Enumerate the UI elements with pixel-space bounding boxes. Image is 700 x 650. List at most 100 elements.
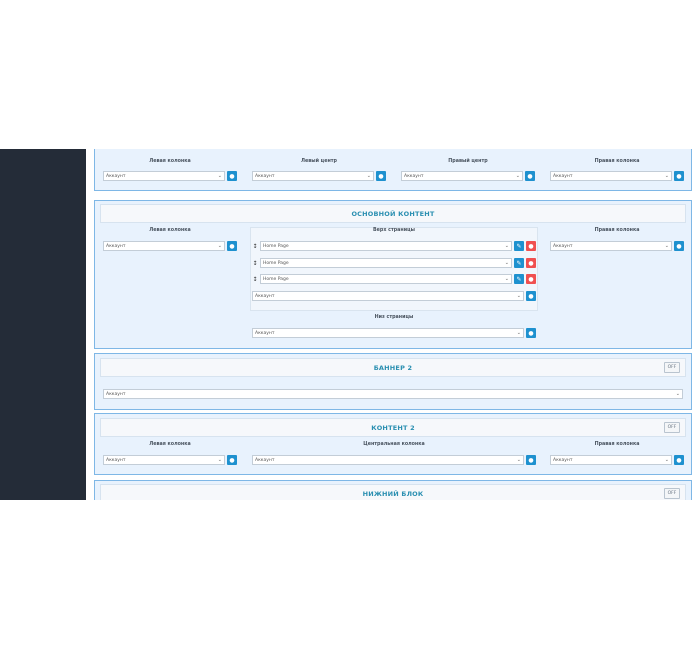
add-module-button[interactable]: ● xyxy=(526,328,536,338)
remove-module-button[interactable]: ● xyxy=(526,274,536,284)
plus-circle-icon: ● xyxy=(229,172,235,180)
pencil-icon: ✎ xyxy=(516,259,522,267)
module-select[interactable]: Аккаунт ⌄ xyxy=(103,389,683,399)
select-value: Home Page xyxy=(263,276,289,282)
module-select[interactable]: Home Page ⌄ xyxy=(260,258,512,268)
chevron-down-icon: ⌄ xyxy=(516,330,521,336)
plus-circle-icon: ● xyxy=(378,172,384,180)
add-module-button[interactable]: ● xyxy=(674,171,684,181)
column-left: Левая колонка Аккаунт ⌄ ● xyxy=(103,159,237,187)
column-label: Правая колонка xyxy=(594,442,640,447)
module-select[interactable]: Аккаунт ⌄ xyxy=(103,171,225,181)
add-module-button[interactable]: ● xyxy=(376,171,386,181)
column-right: Правая колонка Аккаунт ⌄ ● xyxy=(550,159,684,187)
add-module-button[interactable]: ● xyxy=(674,455,684,465)
chevron-down-icon: ⌄ xyxy=(504,243,509,249)
remove-module-button[interactable]: ● xyxy=(526,258,536,268)
plus-circle-icon: ● xyxy=(676,456,682,464)
add-module-button[interactable]: ● xyxy=(227,241,237,251)
module-select[interactable]: Аккаунт ⌄ xyxy=(252,455,524,465)
section-header: НИЖНИЙ БЛОК OFF xyxy=(100,484,686,500)
chevron-down-icon: ⌄ xyxy=(515,173,520,179)
module-select[interactable]: Аккаунт ⌄ xyxy=(103,455,225,465)
add-module-button[interactable]: ● xyxy=(674,241,684,251)
chevron-down-icon: ⌄ xyxy=(217,243,222,249)
chevron-down-icon: ⌄ xyxy=(516,457,521,463)
section-content-2: КОНТЕНТ 2 OFF Левая колонка Аккаунт ⌄ ● Ц… xyxy=(94,413,692,475)
module-select[interactable]: Аккаунт ⌄ xyxy=(103,241,225,251)
chevron-down-icon: ⌄ xyxy=(664,173,669,179)
off-toggle-button[interactable]: OFF xyxy=(664,362,680,373)
column-label: Низ страницы xyxy=(374,315,414,320)
section-header: КОНТЕНТ 2 OFF xyxy=(100,418,686,437)
edit-module-button[interactable]: ✎ xyxy=(514,241,524,251)
plus-circle-icon: ● xyxy=(528,456,534,464)
section-title: КОНТЕНТ 2 xyxy=(371,423,415,432)
column-left-center: Левый центр Аккаунт ⌄ ● xyxy=(252,159,386,187)
select-value: Home Page xyxy=(263,243,289,249)
add-module-button[interactable]: ● xyxy=(526,291,536,301)
select-value: Аккаунт xyxy=(553,457,573,463)
module-select[interactable]: Аккаунт ⌄ xyxy=(550,171,672,181)
section-title: ОСНОВНОЙ КОНТЕНТ xyxy=(351,209,435,218)
module-select[interactable]: Аккаунт ⌄ xyxy=(550,455,672,465)
module-select[interactable]: Аккаунт ⌄ xyxy=(550,241,672,251)
column-left: Левая колонка Аккаунт ⌄ ● xyxy=(103,228,237,258)
column-right: Правая колонка Аккаунт ⌄ ● xyxy=(550,442,684,472)
column-label: Левая колонка xyxy=(149,442,191,447)
plus-circle-icon: ● xyxy=(676,242,682,250)
screen: Левая колонка Аккаунт ⌄ ● Левый центр Акк… xyxy=(0,149,700,500)
chevron-down-icon: ⌄ xyxy=(217,173,222,179)
column-label: Правая колонка xyxy=(594,228,640,233)
add-module-button[interactable]: ● xyxy=(525,171,535,181)
plus-circle-icon: ● xyxy=(527,172,533,180)
select-value: Аккаунт xyxy=(255,293,275,299)
column-bottom-of-page: Низ страницы Аккаунт ⌄ ● xyxy=(252,315,536,345)
edit-module-button[interactable]: ✎ xyxy=(514,274,524,284)
module-select[interactable]: Аккаунт ⌄ xyxy=(401,171,523,181)
remove-module-button[interactable]: ● xyxy=(526,241,536,251)
section-title: НИЖНИЙ БЛОК xyxy=(362,489,424,498)
module-select[interactable]: Аккаунт ⌄ xyxy=(252,291,524,301)
module-row: ↕ Home Page ⌄ ✎ ● xyxy=(252,241,536,251)
off-toggle-button[interactable]: OFF xyxy=(664,488,680,499)
chevron-down-icon: ⌄ xyxy=(516,293,521,299)
module-select[interactable]: Home Page ⌄ xyxy=(260,274,512,284)
chevron-down-icon: ⌄ xyxy=(366,173,371,179)
add-module-button[interactable]: ● xyxy=(227,171,237,181)
drag-handle-icon[interactable]: ↕ xyxy=(252,243,258,250)
chevron-down-icon: ⌄ xyxy=(504,260,509,266)
column-label: Правая колонка xyxy=(594,159,640,164)
minus-circle-icon: ● xyxy=(528,275,534,283)
edit-module-button[interactable]: ✎ xyxy=(514,258,524,268)
select-value: Аккаунт xyxy=(106,173,126,179)
add-module-button[interactable]: ● xyxy=(227,455,237,465)
section-title: БАННЕР 2 xyxy=(373,363,413,372)
chevron-down-icon: ⌄ xyxy=(675,391,680,397)
select-value: Аккаунт xyxy=(255,330,275,336)
add-module-button[interactable]: ● xyxy=(526,455,536,465)
select-value: Home Page xyxy=(263,260,289,266)
select-value: Аккаунт xyxy=(404,173,424,179)
pencil-icon: ✎ xyxy=(516,242,522,250)
select-value: Аккаунт xyxy=(106,243,126,249)
sidebar xyxy=(0,149,86,500)
chevron-down-icon: ⌄ xyxy=(504,276,509,282)
select-value: Аккаунт xyxy=(106,457,126,463)
off-toggle-button[interactable]: OFF xyxy=(664,422,680,433)
column-center: Центральная колонка Аккаунт ⌄ ● xyxy=(252,442,536,472)
chevron-down-icon: ⌄ xyxy=(664,457,669,463)
section-footer: НИЖНИЙ БЛОК OFF xyxy=(94,480,692,500)
module-select[interactable]: Аккаунт ⌄ xyxy=(252,171,374,181)
module-select[interactable]: Home Page ⌄ xyxy=(260,241,512,251)
minus-circle-icon: ● xyxy=(528,259,534,267)
module-row: ↕ Home Page ⌄ ✎ ● xyxy=(252,274,536,284)
chevron-down-icon: ⌄ xyxy=(217,457,222,463)
column-label: Левая колонка xyxy=(149,159,191,164)
plus-circle-icon: ● xyxy=(229,456,235,464)
module-select[interactable]: Аккаунт ⌄ xyxy=(252,328,524,338)
drag-handle-icon[interactable]: ↕ xyxy=(252,276,258,283)
drag-handle-icon[interactable]: ↕ xyxy=(252,260,258,267)
add-module-row: Аккаунт ⌄ ● xyxy=(252,291,536,301)
column-label: Верх страницы xyxy=(373,228,415,233)
